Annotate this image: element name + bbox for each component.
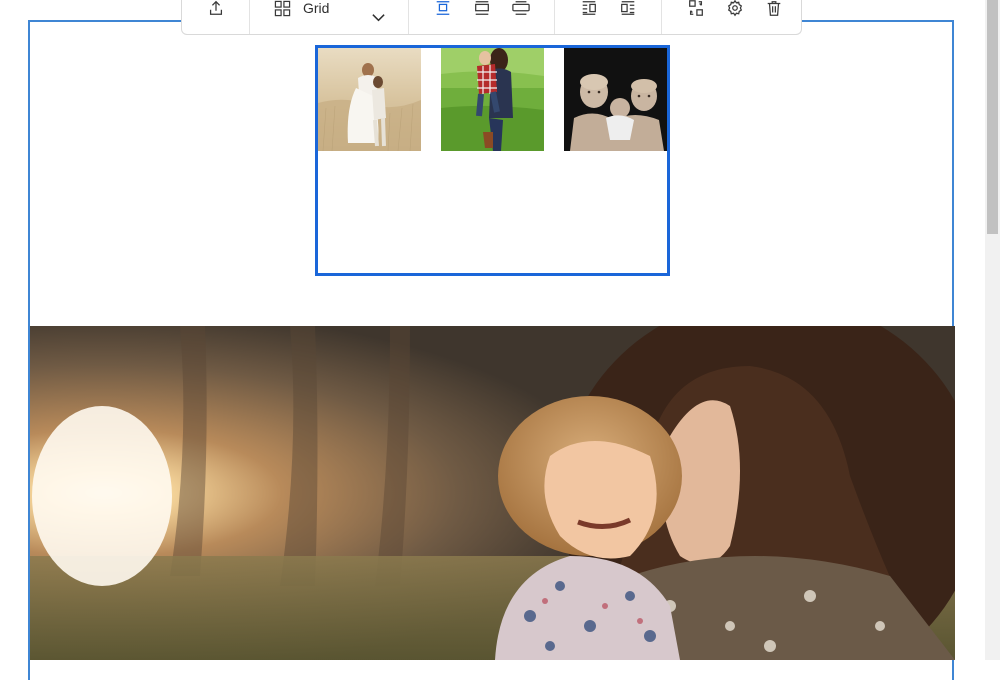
block-toolbar: Grid <box>181 0 802 35</box>
toolbar-group-layout: Grid <box>250 0 409 34</box>
upload-button[interactable] <box>182 0 249 34</box>
layout-select-label: Grid <box>303 0 330 16</box>
gallery-block[interactable] <box>315 45 670 276</box>
replace-button[interactable] <box>676 0 715 34</box>
align-left-icon <box>582 1 596 15</box>
gallery-item-mother-child[interactable] <box>441 48 544 151</box>
toolbar-group-upload <box>182 0 250 34</box>
delete-button[interactable] <box>754 0 793 34</box>
align-full-button[interactable] <box>501 0 540 34</box>
three-children-photo <box>564 48 667 151</box>
mother-child-field-photo <box>441 48 544 151</box>
toolbar-group-more <box>662 0 807 34</box>
hero-image-block[interactable] <box>30 326 955 660</box>
align-wide-button[interactable] <box>462 0 501 34</box>
chevron-down-icon <box>372 14 385 22</box>
trash-icon <box>767 1 780 16</box>
settings-gear-icon <box>727 0 742 17</box>
align-wide-icon <box>474 1 489 15</box>
align-right-icon <box>620 1 634 15</box>
layout-select[interactable]: Grid <box>250 0 408 34</box>
upload-icon <box>209 0 222 15</box>
align-left-button[interactable] <box>569 0 608 34</box>
grid-icon <box>274 0 291 16</box>
scrollbar-thumb[interactable] <box>987 0 998 234</box>
mother-daughter-sunset-photo <box>30 326 955 660</box>
gallery-item-wedding-couple[interactable] <box>318 48 421 151</box>
replace-icon <box>688 0 703 16</box>
align-default-button[interactable] <box>423 0 462 34</box>
wedding-couple-photo <box>318 48 421 151</box>
align-default-icon <box>436 1 449 15</box>
toolbar-group-width <box>409 0 555 34</box>
align-right-button[interactable] <box>608 0 647 34</box>
editor-canvas: Grid <box>0 0 985 680</box>
align-full-icon <box>511 1 530 15</box>
vertical-scrollbar[interactable] <box>985 0 1000 660</box>
settings-button[interactable] <box>715 0 754 34</box>
toolbar-group-align <box>555 0 662 34</box>
gallery-item-three-children[interactable] <box>564 48 667 151</box>
